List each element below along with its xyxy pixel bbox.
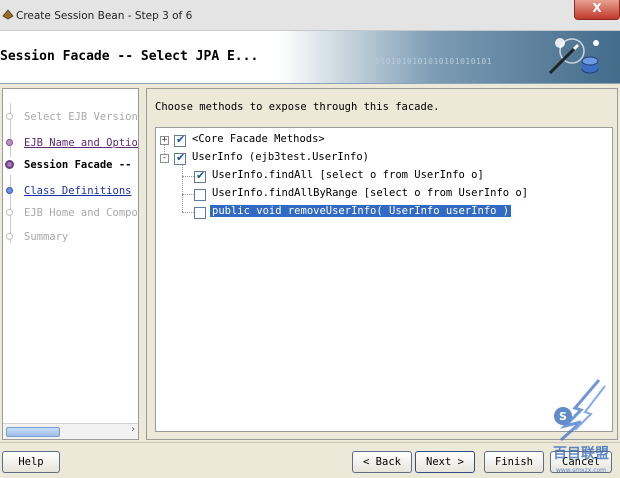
scroll-right-arrow-icon[interactable]: › <box>130 424 136 435</box>
tree-node-label[interactable]: UserInfo (ejb3test.UserInfo) <box>192 151 369 163</box>
checkbox-unchecked[interactable] <box>194 189 206 201</box>
step-label[interactable]: EJB Name and Options <box>24 137 138 149</box>
current-step-indicator-icon <box>5 160 14 169</box>
step-label: Select EJB Version <box>24 111 138 123</box>
step-session-facade: Session Facade -- <box>3 157 138 175</box>
back-button-label: < Back <box>363 456 401 468</box>
cancel-button-label: Cancel <box>562 456 600 468</box>
tree-node-removeuserinfo[interactable]: public void removeUserInfo( UserInfo use… <box>156 204 606 222</box>
page-heading: Session Facade -- Select JPA E... <box>0 49 259 64</box>
step-summary: Summary <box>3 229 138 247</box>
help-button-label: Help <box>18 456 44 468</box>
help-button[interactable]: Help <box>2 451 60 473</box>
next-button[interactable]: Next > <box>415 451 475 473</box>
step-ejb-home-and-component: EJB Home and Component <box>3 205 138 223</box>
collapse-minus-icon[interactable]: - <box>160 154 169 163</box>
step-indicator-icon <box>6 209 13 216</box>
tree-node-findall[interactable]: UserInfo.findAll [select o from UserInfo… <box>156 168 606 186</box>
step-label: Summary <box>24 231 69 243</box>
step-indicator-icon <box>6 187 13 194</box>
finish-button-label: Finish <box>495 456 533 468</box>
close-button[interactable]: X <box>574 0 620 20</box>
instruction-text: Choose methods to expose through this fa… <box>155 101 440 113</box>
step-indicator-icon <box>6 113 13 120</box>
step-class-definitions[interactable]: Class Definitions <box>3 183 138 201</box>
step-indicator-icon <box>6 139 13 146</box>
banner-binary-decoration: 0101010101010101010101 <box>375 57 492 66</box>
wizard-banner: Session Facade -- Select JPA E... 010101… <box>0 31 620 84</box>
checkbox-unchecked[interactable] <box>194 207 206 219</box>
tree-node-findallbyrange[interactable]: UserInfo.findAllByRange [select o from U… <box>156 186 606 204</box>
tree-node-core-facade-methods[interactable]: + <Core Facade Methods> <box>156 132 606 150</box>
step-ejb-name-and-options[interactable]: EJB Name and Options <box>3 135 138 153</box>
app-icon <box>2 9 14 20</box>
back-button[interactable]: < Back <box>352 451 412 473</box>
tree-node-label[interactable]: UserInfo.findAll [select o from UserInfo… <box>212 169 484 181</box>
scrollbar-thumb[interactable] <box>6 427 60 437</box>
window-title: Create Session Bean - Step 3 of 6 <box>16 10 193 22</box>
magic-wand-icon <box>548 38 599 75</box>
wizard-steps-panel: Select EJB Version EJB Name and Options … <box>2 88 139 440</box>
step-label[interactable]: Class Definitions <box>24 185 131 197</box>
tree-node-label[interactable]: UserInfo.findAllByRange [select o from U… <box>212 187 528 199</box>
step-select-ejb-version: Select EJB Version <box>3 109 138 127</box>
footer-divider <box>0 442 620 443</box>
step-indicator-icon <box>6 233 13 240</box>
checkbox-checked[interactable] <box>174 151 186 165</box>
step-label: Session Facade -- <box>24 159 132 171</box>
finish-button[interactable]: Finish <box>484 451 544 473</box>
checkbox-checked[interactable] <box>174 133 186 147</box>
main-panel: Choose methods to expose through this fa… <box>146 88 618 440</box>
sidebar-horizontal-scrollbar[interactable]: › <box>3 423 138 439</box>
tree-node-label[interactable]: <Core Facade Methods> <box>192 133 325 145</box>
step-label: EJB Home and Component <box>24 207 138 219</box>
tree-node-label-selected[interactable]: public void removeUserInfo( UserInfo use… <box>210 205 512 217</box>
next-button-label: Next > <box>426 456 464 468</box>
window-title-bar: Create Session Bean - Step 3 of 6 X <box>0 0 620 31</box>
tree-node-userinfo[interactable]: - UserInfo (ejb3test.UserInfo) <box>156 150 606 168</box>
methods-tree: + <Core Facade Methods> - UserInfo (ejb3… <box>155 127 613 432</box>
cancel-button[interactable]: Cancel <box>550 451 612 473</box>
expand-plus-icon[interactable]: + <box>160 136 169 145</box>
checkbox-checked[interactable] <box>194 169 206 183</box>
